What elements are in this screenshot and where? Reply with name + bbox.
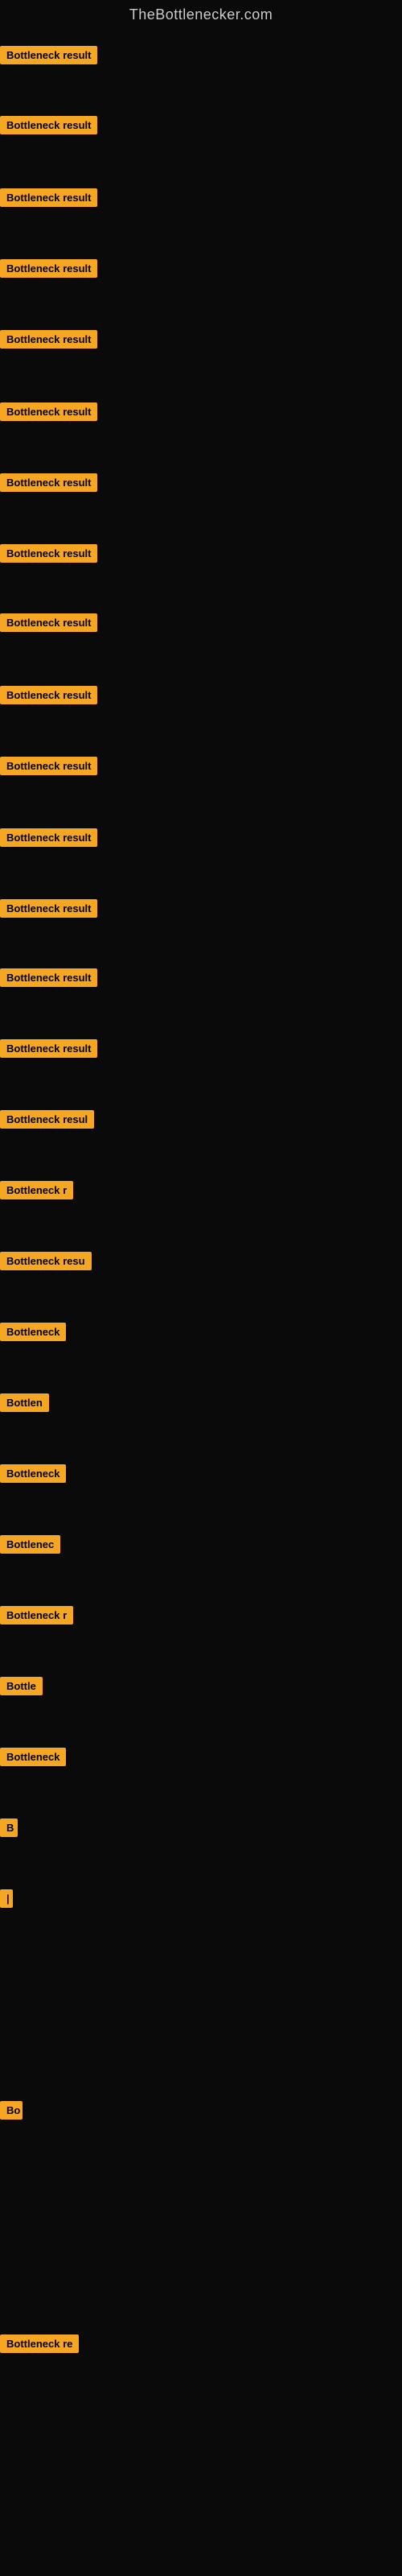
bottleneck-item[interactable]: Bottleneck — [0, 1748, 66, 1770]
bottleneck-badge: Bottleneck result — [0, 259, 97, 278]
bottleneck-item[interactable]: B — [0, 1818, 18, 1841]
bottleneck-item[interactable]: Bottleneck result — [0, 544, 97, 567]
bottleneck-badge: Bottleneck resul — [0, 1110, 94, 1129]
bottleneck-item[interactable]: Bottleneck — [0, 1464, 66, 1487]
bottleneck-badge: Bottlenec — [0, 1535, 60, 1554]
bottleneck-badge: Bottleneck result — [0, 116, 97, 134]
bottleneck-item[interactable]: Bottleneck result — [0, 613, 97, 636]
bottleneck-badge: Bottle — [0, 1677, 43, 1695]
bottleneck-badge: Bottleneck result — [0, 828, 97, 847]
bottleneck-item[interactable]: Bottleneck result — [0, 968, 97, 991]
bottleneck-badge: Bottleneck result — [0, 402, 97, 421]
bottleneck-badge: Bottlen — [0, 1393, 49, 1412]
bottleneck-item[interactable]: | — [0, 1889, 13, 1912]
bottleneck-badge: Bottleneck resu — [0, 1252, 92, 1270]
site-title: TheBottlenecker.com — [0, 0, 402, 30]
bottleneck-item[interactable]: Bottleneck result — [0, 116, 97, 138]
bottleneck-badge: Bottleneck result — [0, 899, 97, 918]
bottleneck-badge: Bottleneck re — [0, 2334, 79, 2353]
bottleneck-badge: Bottleneck result — [0, 330, 97, 349]
bottleneck-badge: Bottleneck result — [0, 968, 97, 987]
bottleneck-item[interactable]: Bottle — [0, 1677, 43, 1699]
bottleneck-item[interactable]: Bottleneck result — [0, 259, 97, 282]
bottleneck-item[interactable]: Bottleneck result — [0, 899, 97, 922]
bottleneck-item[interactable]: Bottleneck resul — [0, 1110, 94, 1133]
bottleneck-badge: Bottleneck result — [0, 1039, 97, 1058]
bottleneck-badge: Bottleneck result — [0, 188, 97, 207]
bottleneck-badge: Bottleneck result — [0, 613, 97, 632]
bottleneck-item[interactable]: Bottleneck result — [0, 473, 97, 496]
bottleneck-badge: Bottleneck result — [0, 473, 97, 492]
bottleneck-item[interactable]: Bottleneck resu — [0, 1252, 92, 1274]
bottleneck-badge: Bottleneck result — [0, 46, 97, 64]
bottleneck-item[interactable]: Bottleneck result — [0, 188, 97, 211]
bottleneck-badge: Bo — [0, 2101, 23, 2120]
bottleneck-item[interactable]: Bottleneck r — [0, 1181, 73, 1203]
bottleneck-badge: Bottleneck — [0, 1323, 66, 1341]
bottleneck-item[interactable]: Bottleneck result — [0, 757, 97, 779]
bottleneck-item[interactable]: Bottleneck r — [0, 1606, 73, 1629]
bottleneck-item[interactable]: Bottleneck result — [0, 686, 97, 708]
bottleneck-badge: Bottleneck — [0, 1748, 66, 1766]
bottleneck-badge: | — [0, 1889, 13, 1908]
bottleneck-item[interactable]: Bottleneck result — [0, 330, 97, 353]
bottleneck-item[interactable]: Bottlen — [0, 1393, 49, 1416]
bottleneck-badge: Bottleneck r — [0, 1606, 73, 1624]
bottleneck-item[interactable]: Bottleneck result — [0, 402, 97, 425]
bottleneck-item[interactable]: Bo — [0, 2101, 23, 2124]
bottleneck-badge: Bottleneck r — [0, 1181, 73, 1199]
bottleneck-item[interactable]: Bottleneck result — [0, 828, 97, 851]
bottleneck-badge: Bottleneck — [0, 1464, 66, 1483]
bottleneck-badge: Bottleneck result — [0, 544, 97, 563]
bottleneck-badge: B — [0, 1818, 18, 1837]
bottleneck-badge: Bottleneck result — [0, 686, 97, 704]
bottleneck-item[interactable]: Bottleneck result — [0, 46, 97, 68]
bottleneck-item[interactable]: Bottleneck — [0, 1323, 66, 1345]
bottleneck-item[interactable]: Bottleneck result — [0, 1039, 97, 1062]
bottleneck-item[interactable]: Bottlenec — [0, 1535, 60, 1558]
bottleneck-item[interactable]: Bottleneck re — [0, 2334, 79, 2357]
bottleneck-badge: Bottleneck result — [0, 757, 97, 775]
